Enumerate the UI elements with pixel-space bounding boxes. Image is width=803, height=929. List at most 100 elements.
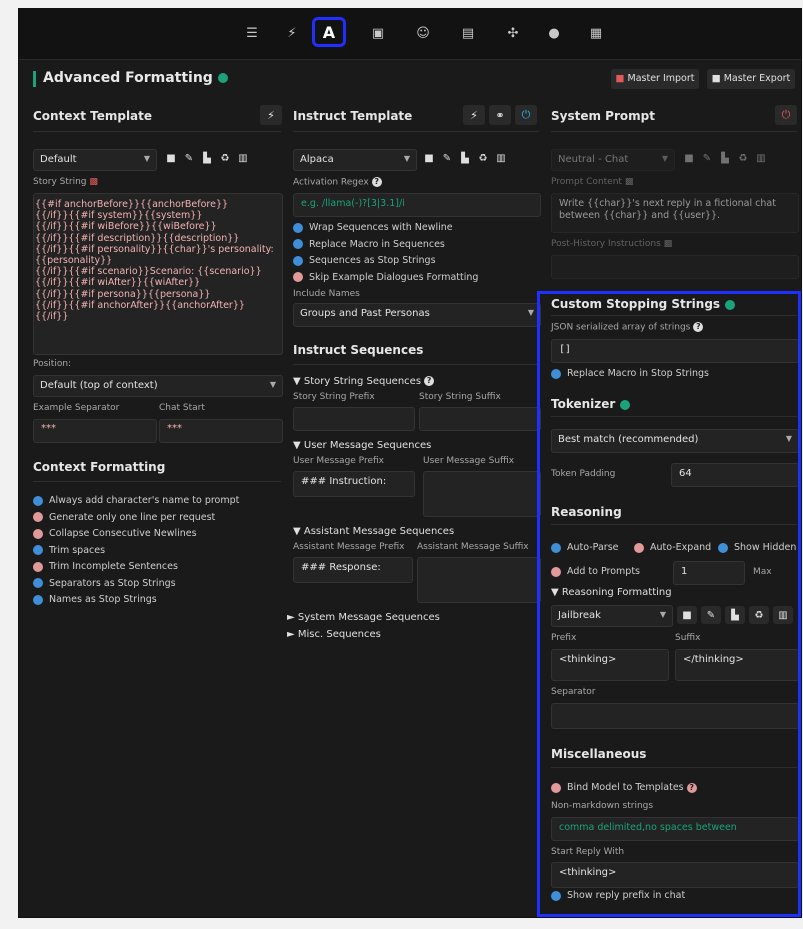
persona-icon[interactable]: ☺ [412,23,434,43]
help-icon[interactable]: ? [693,322,704,332]
context-formatting-option[interactable]: Trim spaces [33,545,105,556]
include-names-select[interactable]: Groups and Past Personas ▼ [293,303,541,327]
delete-icon[interactable]: ▥ [495,153,507,165]
instruct-option[interactable]: Sequences as Stop Strings [293,255,436,266]
replace-macro-checkbox[interactable]: Replace Macro in Stop Strings [551,368,709,379]
power-icon[interactable]: ⏻ [515,105,537,125]
instruct-option[interactable]: Replace Macro in Sequences [293,239,445,250]
image-icon[interactable]: ▤ [457,23,479,43]
edit-icon[interactable]: ✎ [701,153,713,165]
context-formatting-option[interactable]: Trim Incomplete Sentences [33,561,178,572]
link-icon[interactable]: ⚭ [489,105,511,125]
context-formatting-option[interactable]: Collapse Consecutive Newlines [33,528,197,539]
show-reply-prefix-checkbox[interactable]: Show reply prefix in chat [551,890,685,901]
context-formatting-option[interactable]: Separators as Stop Strings [33,578,176,589]
expand-icon[interactable]: ▩ [664,239,673,249]
edit-icon[interactable]: ✎ [701,606,721,624]
import-icon[interactable]: ▙ [201,153,213,165]
help-icon[interactable]: ? [424,376,435,386]
misc-sequences-toggle[interactable]: ► Misc. Sequences [287,629,381,640]
instruct-option[interactable]: Skip Example Dialogues Formatting [293,272,478,283]
instruct-option[interactable]: Wrap Sequences with Newline [293,222,453,233]
option-label: Always add character's name to prompt [49,495,240,506]
reasoning-separator-field[interactable] [551,703,799,729]
master-import-button[interactable]: ■ Master Import [611,69,699,89]
story-string-prefix-field[interactable] [293,407,415,431]
instruct-template-select[interactable]: Alpaca ▼ [293,149,417,171]
edit-icon[interactable]: ✎ [441,153,453,165]
context-template-title: Context Template [33,109,153,123]
lightning-icon[interactable]: ⚡ [463,105,485,125]
bind-model-checkbox[interactable]: Bind Model to Templates? [551,782,697,793]
json-array-label: JSON serialized array of strings? [551,322,704,333]
save-icon[interactable]: ■ [677,606,697,624]
reset-icon[interactable]: ♻ [749,606,769,624]
extensions-icon[interactable]: ✣ [502,23,524,43]
user-message-sequences-toggle[interactable]: ▼ User Message Sequences [293,440,431,451]
activation-regex-placeholder: e.g. /llama(-)?[3|3.1]/i [301,198,405,209]
edit-icon[interactable]: ✎ [183,153,195,165]
help-icon[interactable] [217,73,228,83]
user-message-suffix-field[interactable] [423,471,541,517]
save-icon[interactable]: ■ [683,153,695,165]
help-icon[interactable]: ? [686,782,697,793]
delete-icon[interactable]: ▥ [237,153,249,165]
option-label: Collapse Consecutive Newlines [49,528,197,539]
system-prompt-actions: ■ ✎ ▙ ♻ ▥ [683,153,767,165]
import-icon[interactable]: ▙ [725,606,745,624]
expand-icon[interactable]: ▩ [89,177,98,187]
lightning-icon[interactable]: ⚡ [260,105,282,125]
expand-icon[interactable]: ▩ [625,177,634,187]
a-icon[interactable]: A [312,17,346,47]
reset-icon[interactable]: ♻ [737,153,749,165]
story-string-sequences-toggle[interactable]: ▼ Story String Sequences? [293,376,435,387]
import-icon[interactable]: ▙ [719,153,731,165]
include-names-label: Include Names [293,289,360,299]
system-prompt-select[interactable]: Neutral - Chat ▼ [551,149,675,171]
user-message-suffix-label: User Message Suffix [423,456,515,466]
system-message-sequences-toggle[interactable]: ► System Message Sequences [287,612,440,623]
id-card-icon[interactable]: ▦ [585,23,607,43]
reasoning-template-select[interactable]: Jailbreak ▼ [551,605,673,627]
context-formatting-option[interactable]: Names as Stop Strings [33,594,157,605]
book-icon[interactable]: ▣ [367,23,389,43]
story-string-suffix-field[interactable] [419,407,541,431]
unchecked-icon [551,782,561,793]
delete-icon[interactable]: ▥ [755,153,767,165]
auto-parse-checkbox[interactable]: Auto-Parse [551,542,619,553]
unchecked-icon [33,512,43,522]
miscellaneous-title: Miscellaneous [551,747,647,761]
option-label: Trim Incomplete Sentences [49,561,178,572]
save-icon[interactable]: ■ [423,153,435,165]
save-icon[interactable]: ■ [165,153,177,165]
example-separator-value: *** [41,423,56,434]
help-icon[interactable] [620,399,631,410]
power-icon[interactable]: ⏻ [775,105,797,125]
assistant-message-suffix-field[interactable] [417,557,541,603]
position-select[interactable]: Default (top of context) ▼ [33,375,283,397]
help-icon[interactable] [725,299,736,310]
show-hidden-checkbox[interactable]: Show Hidden [718,542,796,553]
auto-expand-checkbox[interactable]: Auto-Expand [634,542,711,553]
smiley-icon[interactable]: ● [543,23,565,43]
add-to-prompts-checkbox[interactable]: Add to Prompts [551,566,640,577]
post-history-field[interactable] [551,255,799,279]
custom-stopping-strings-title: Custom Stopping Strings [551,297,736,311]
reset-icon[interactable]: ♻ [219,153,231,165]
stop-strings-field[interactable] [551,339,799,363]
reasoning-formatting-toggle[interactable]: ▼ Reasoning Formatting [551,587,672,598]
sliders-icon[interactable]: ☰ [241,23,263,43]
help-icon[interactable]: ? [371,177,382,187]
context-formatting-option[interactable]: Always add character's name to prompt [33,495,239,506]
check-icon [551,368,561,379]
reset-icon[interactable]: ♻ [477,153,489,165]
delete-icon[interactable]: ▥ [773,606,793,624]
assistant-message-sequences-toggle[interactable]: ▼ Assistant Message Sequences [293,526,454,537]
tokenizer-select[interactable]: Best match (recommended) ▼ [551,429,799,453]
master-export-button[interactable]: ■ Master Export [707,69,795,89]
context-template-select[interactable]: Default ▼ [33,149,157,171]
import-icon[interactable]: ▙ [459,153,471,165]
divider [293,364,539,365]
plug-icon[interactable]: ⚡ [281,23,303,43]
context-formatting-option[interactable]: Generate only one line per request [33,512,215,523]
